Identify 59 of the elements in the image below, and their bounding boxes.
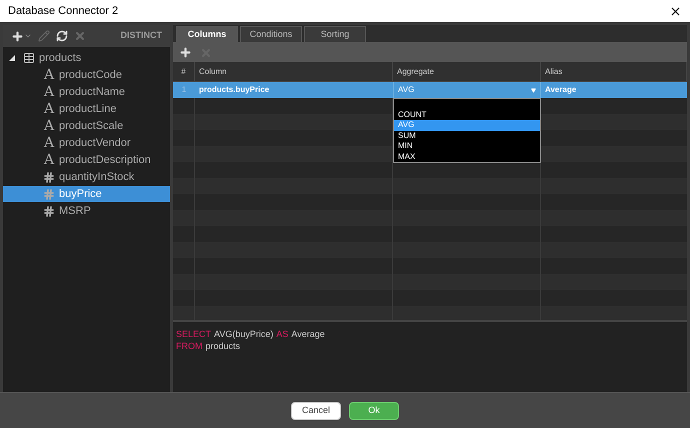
dropdown-arrow-icon xyxy=(531,88,536,92)
text-type-icon: A xyxy=(44,68,54,82)
tree-item[interactable]: MSRP xyxy=(3,203,170,219)
dropdown-option[interactable]: MAX xyxy=(394,152,540,162)
close-icon[interactable] xyxy=(669,4,682,18)
text-type-icon: A xyxy=(44,153,54,167)
tree-item[interactable]: products xyxy=(3,50,170,66)
tree-item[interactable]: quantityInStock xyxy=(3,169,170,185)
table-cell-text: products.buyPrice xyxy=(198,84,270,96)
column-header: Alias xyxy=(541,62,687,81)
table-icon xyxy=(23,52,35,64)
sql-text: AVG(buyPrice) xyxy=(214,328,274,340)
distinct-toggle[interactable]: DISTINCT xyxy=(120,29,162,43)
caret-icon[interactable] xyxy=(24,32,32,40)
column-header: Column xyxy=(195,62,393,81)
tree-label: productName xyxy=(59,84,126,100)
expanded-icon[interactable] xyxy=(9,55,15,61)
row-number: 1 xyxy=(180,84,188,96)
refresh-icon[interactable] xyxy=(56,30,68,42)
text-type-icon: A xyxy=(44,119,54,133)
sql-keyword: FROM xyxy=(176,340,202,352)
tree-item[interactable]: A productLine xyxy=(3,101,170,117)
dropdown-option[interactable]: MIN xyxy=(394,141,540,152)
sql-text: products xyxy=(206,340,240,352)
tree-label: productDescription xyxy=(59,152,151,168)
tree-item[interactable]: A productVendor xyxy=(3,135,170,151)
number-type-icon xyxy=(43,204,55,218)
tree-label: productVendor xyxy=(59,136,131,151)
tree-label: buyPrice xyxy=(59,186,102,202)
window-title: Database Connector 2 xyxy=(8,4,118,19)
number-type-icon xyxy=(43,170,55,184)
text-type-icon: A xyxy=(44,136,54,150)
add-icon[interactable] xyxy=(11,30,24,42)
sql-text: Average xyxy=(291,328,325,340)
tree-item[interactable]: A productCode xyxy=(3,67,170,83)
sql-keyword: AS xyxy=(276,328,288,340)
number-type-icon xyxy=(43,188,55,200)
tree-label: MSRP xyxy=(59,204,91,219)
tree-label: quantityInStock xyxy=(59,170,134,185)
column-header: # xyxy=(173,62,195,81)
tree-label: productScale xyxy=(59,118,124,134)
tree-item[interactable]: A productDescription xyxy=(3,152,170,168)
tree-label: productLine xyxy=(59,102,116,117)
dropdown-option[interactable]: SUM xyxy=(394,130,540,141)
table-cell-text: Average xyxy=(544,84,578,96)
sql-keyword: SELECT xyxy=(176,328,212,340)
tab[interactable]: Columns xyxy=(176,26,238,42)
cancel-button[interactable]: Cancel xyxy=(291,402,341,420)
tree-item[interactable]: A productName xyxy=(3,84,170,100)
add-icon[interactable] xyxy=(179,46,192,59)
tree-label: productCode xyxy=(59,68,122,83)
dropdown-option[interactable]: COUNT xyxy=(394,110,540,120)
tree-item[interactable]: A productScale xyxy=(3,118,170,134)
column-header: Aggregate xyxy=(393,62,541,81)
tree-label: products xyxy=(39,50,82,66)
tab[interactable]: Conditions xyxy=(240,26,302,42)
text-type-icon: A xyxy=(44,85,54,99)
tab[interactable]: Sorting xyxy=(304,26,366,42)
text-type-icon: A xyxy=(44,102,54,116)
